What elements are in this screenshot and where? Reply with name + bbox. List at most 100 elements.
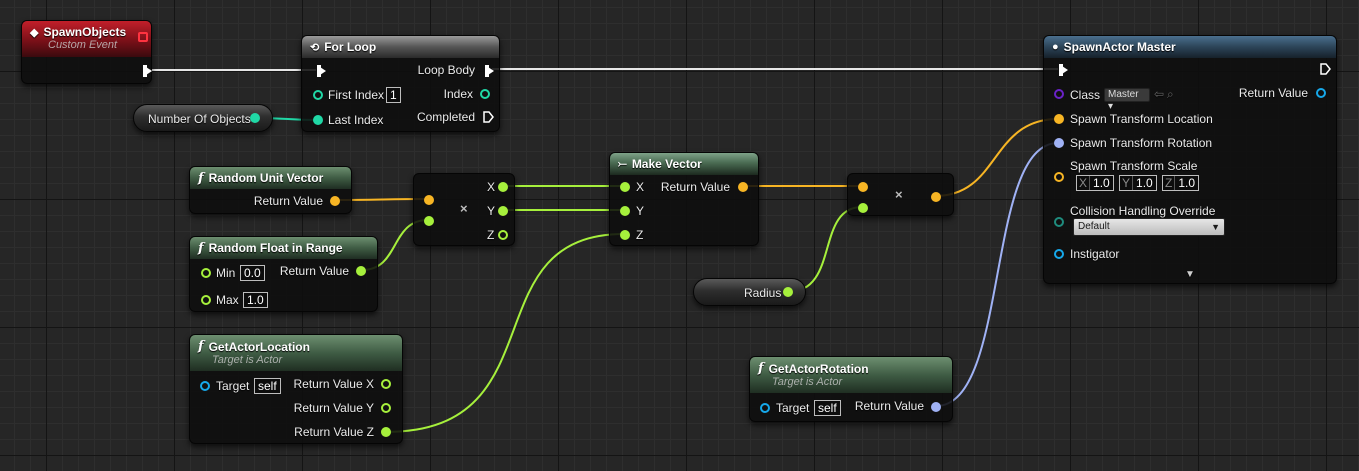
number-of-objects-pin[interactable] (250, 113, 260, 123)
spawn-actor-exec-out-pin[interactable] (1320, 63, 1331, 75)
spawn-actor-header[interactable]: ● SpawnActor Master (1044, 36, 1336, 58)
make-vector-header[interactable]: ⤚ Make Vector (610, 153, 758, 175)
multiply-2-a-pin[interactable] (858, 182, 868, 192)
chevron-down-icon: ▼ (1211, 222, 1220, 232)
get-actor-rotation-header[interactable]: f GetActorRotation Target is Actor (750, 357, 952, 393)
random-unit-vector-return-pin[interactable] (330, 196, 340, 206)
spawn-actor-return-pin[interactable] (1316, 88, 1326, 98)
get-actor-location-header[interactable]: f GetActorLocation Target is Actor (190, 335, 402, 371)
spawn-location-label: Spawn Transform Location (1070, 112, 1213, 126)
collision-select-value: Default (1078, 221, 1110, 232)
index-pin[interactable] (480, 89, 490, 99)
multiply-1-z-pin[interactable] (498, 230, 508, 240)
random-unit-vector-header[interactable]: f Random Unit Vector (190, 167, 351, 189)
instigator-label: Instigator (1070, 247, 1120, 261)
loop-body-pin[interactable] (485, 65, 494, 77)
multiply-node-2[interactable]: × (847, 173, 954, 216)
multiply-2-b-pin[interactable] (858, 203, 868, 213)
class-select[interactable]: Master ▾ (1104, 88, 1150, 112)
search-icon[interactable]: ⌕ (1167, 87, 1174, 101)
number-of-objects-label: Number Of Objects (148, 112, 251, 126)
get-actor-location-title: GetActorLocation (208, 339, 310, 354)
spawn-actor-node[interactable]: ● SpawnActor Master Class Master ▾ ⇦ ⌕ R… (1043, 35, 1337, 284)
for-loop-node[interactable]: ⟲ For Loop Loop Body First Index 1 Index… (301, 35, 500, 132)
scale-x-input[interactable]: X 1.0 (1076, 175, 1114, 191)
function-icon: f (198, 339, 204, 354)
first-index-pin[interactable] (313, 90, 323, 100)
radius-label: Radius (744, 286, 782, 300)
last-index-label: Last Index (328, 113, 384, 127)
spawn-actor-exec-in-pin[interactable] (1059, 64, 1068, 76)
browse-arrow-icon[interactable]: ⇦ (1154, 87, 1164, 101)
radius-pin[interactable] (783, 287, 793, 297)
make-vector-x-pin[interactable] (620, 182, 630, 192)
get-actor-location-node[interactable]: f GetActorLocation Target is Actor Targe… (189, 334, 403, 444)
multiply-node-1[interactable]: × X Y Z (413, 173, 515, 246)
first-index-input[interactable]: 1 (386, 87, 401, 103)
make-vector-return-label: Return Value (660, 180, 730, 194)
scale-y-input[interactable]: Y 1.0 (1119, 175, 1157, 191)
get-actor-rotation-return-label: Return Value (854, 399, 924, 413)
get-actor-rotation-target-input[interactable]: self (814, 400, 841, 416)
return-value-x-pin[interactable] (381, 379, 391, 389)
multiply-1-y-pin[interactable] (498, 206, 508, 216)
multiply-1-x-pin[interactable] (498, 182, 508, 192)
return-value-y-pin[interactable] (381, 403, 391, 413)
max-input[interactable]: 1.0 (243, 292, 268, 308)
get-actor-rotation-node[interactable]: f GetActorRotation Target is Actor Targe… (749, 356, 953, 422)
get-actor-location-target-input[interactable]: self (254, 378, 281, 394)
return-value-z-pin[interactable] (381, 427, 391, 437)
exec-out-pin[interactable] (143, 65, 152, 77)
make-struct-icon: ⤚ (618, 157, 627, 170)
expand-advanced-chevron-down-icon[interactable]: ▼ (1185, 268, 1195, 282)
collision-pin[interactable] (1054, 217, 1064, 227)
spawn-scale-pin[interactable] (1054, 172, 1064, 182)
get-actor-location-target-pin[interactable] (200, 381, 210, 391)
get-actor-rotation-target-label: Target (776, 401, 810, 415)
make-vector-x-label: X (636, 180, 645, 194)
for-loop-header[interactable]: ⟲ For Loop (302, 36, 499, 58)
multiply-1-b-pin[interactable] (424, 216, 434, 226)
loop-body-label: Loop Body (417, 63, 475, 77)
spawn-objects-title: SpawnObjects (43, 25, 127, 39)
random-float-return-pin[interactable] (356, 266, 366, 276)
class-label: Class (1070, 88, 1101, 102)
max-pin[interactable] (201, 295, 211, 305)
make-vector-node[interactable]: ⤚ Make Vector X Return Value Y Z (609, 152, 759, 246)
make-vector-z-pin[interactable] (620, 230, 630, 240)
last-index-pin[interactable] (313, 115, 323, 125)
scale-z-input[interactable]: Z 1.0 (1162, 175, 1200, 191)
min-pin[interactable] (201, 268, 211, 278)
instigator-pin[interactable] (1054, 249, 1064, 259)
min-input[interactable]: 0.0 (240, 265, 265, 281)
random-float-in-range-node[interactable]: f Random Float in Range Min 0.0 Return V… (189, 236, 378, 312)
spawn-rotation-pin[interactable] (1054, 138, 1064, 148)
spawn-actor-title: SpawnActor Master (1063, 40, 1176, 54)
random-float-header[interactable]: f Random Float in Range (190, 237, 377, 259)
get-actor-rotation-return-pin[interactable] (931, 402, 941, 412)
collision-select[interactable]: Default ▼ (1073, 218, 1225, 236)
for-loop-exec-in-pin[interactable] (317, 65, 326, 77)
float-wire-z (385, 233, 625, 433)
make-vector-title: Make Vector (631, 157, 702, 171)
get-actor-rotation-title: GetActorRotation (768, 361, 869, 376)
spawn-rotation-label: Spawn Transform Rotation (1070, 136, 1213, 150)
make-vector-y-pin[interactable] (620, 206, 630, 216)
radius-node[interactable]: Radius (693, 278, 806, 306)
spawn-objects-node[interactable]: ◆ SpawnObjects Custom Event (21, 20, 152, 84)
multiply-symbol: × (460, 201, 468, 216)
spawn-location-pin[interactable] (1054, 114, 1064, 124)
random-unit-vector-node[interactable]: f Random Unit Vector Return Value (189, 166, 352, 214)
completed-pin[interactable] (483, 111, 494, 123)
number-of-objects-node[interactable]: Number Of Objects (133, 104, 273, 132)
multiply-1-x-label: X (487, 180, 496, 194)
spawn-objects-header[interactable]: ◆ SpawnObjects Custom Event (22, 21, 151, 57)
make-vector-return-pin[interactable] (738, 182, 748, 192)
completed-label: Completed (416, 110, 475, 124)
get-actor-rotation-target-pin[interactable] (760, 403, 770, 413)
min-label: Min (216, 266, 236, 280)
multiply-2-return-pin[interactable] (931, 192, 941, 202)
class-pin[interactable] (1054, 89, 1064, 99)
delegate-pin-icon[interactable] (138, 32, 148, 42)
multiply-1-a-pin[interactable] (424, 195, 434, 205)
